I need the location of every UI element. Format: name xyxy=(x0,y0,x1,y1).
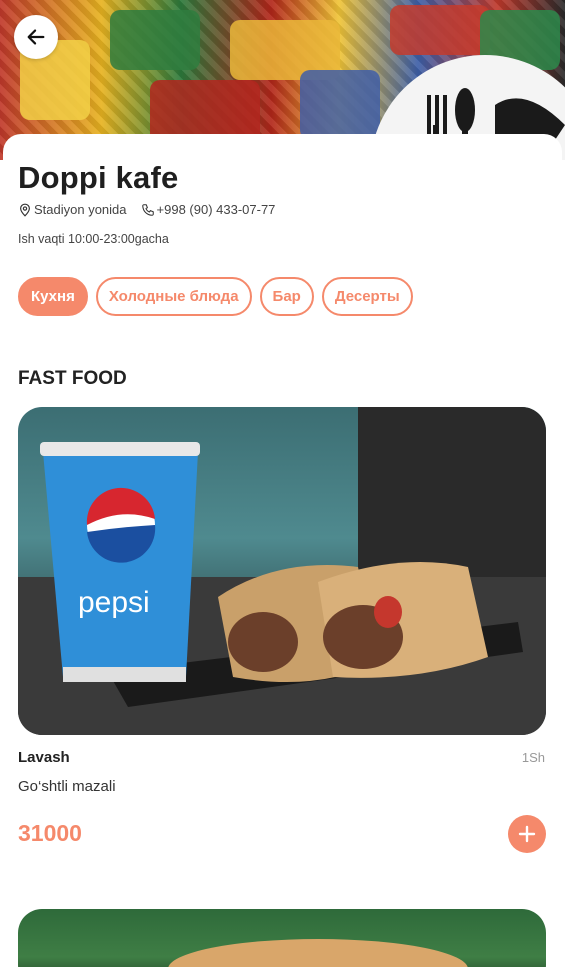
restaurant-meta: Stadiyon yonida +998 (90) 433-07-77 xyxy=(18,202,289,217)
category-tab-kitchen[interactable]: Кухня xyxy=(18,277,88,316)
textile-patch xyxy=(390,5,490,55)
location-info: Stadiyon yonida xyxy=(18,202,127,217)
item-price: 31000 xyxy=(18,820,82,846)
plus-icon xyxy=(518,825,536,843)
item-name: Lavash xyxy=(18,749,70,766)
back-button[interactable] xyxy=(14,15,58,59)
category-tab-desserts[interactable]: Десерты xyxy=(321,277,413,316)
opening-hours: Ish vaqti 10:00-23:00gacha xyxy=(18,232,169,246)
map-pin-icon xyxy=(20,203,30,217)
item-image[interactable]: pepsi xyxy=(18,407,546,735)
phone-text: +998 (90) 433-07-77 xyxy=(156,202,276,217)
next-item-image[interactable] xyxy=(18,909,546,967)
category-tabs: Кухня Холодные блюда Бар Десерты xyxy=(18,277,421,316)
restaurant-name: Doppi kafe xyxy=(18,160,179,195)
item-weight: 1Sh xyxy=(521,750,545,765)
textile-patch xyxy=(110,10,200,70)
item-description: Go‘shtli mazali xyxy=(18,778,116,795)
textile-patch xyxy=(300,70,380,140)
phone-icon xyxy=(141,203,154,216)
add-to-cart-button[interactable] xyxy=(508,815,546,853)
arrow-left-icon xyxy=(27,29,45,45)
category-tab-cold-dishes[interactable]: Холодные блюда xyxy=(95,277,252,316)
cup-brand-text: pepsi xyxy=(78,586,150,619)
phone-info[interactable]: +998 (90) 433-07-77 xyxy=(141,202,276,217)
location-text: Stadiyon yonida xyxy=(34,202,127,217)
category-tab-bar[interactable]: Бар xyxy=(259,277,314,316)
section-title: FAST FOOD xyxy=(18,368,127,389)
food-shape xyxy=(168,939,468,967)
